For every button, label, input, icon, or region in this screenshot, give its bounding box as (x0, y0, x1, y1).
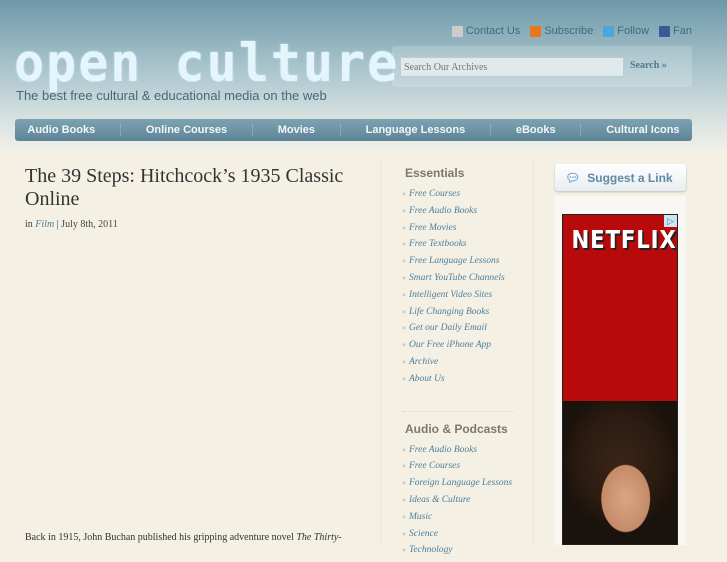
ad-container: NETFLIX ▷ (555, 196, 686, 545)
nav-separator (580, 124, 582, 136)
top-link-follow[interactable]: Follow (603, 25, 649, 37)
nav-separator (339, 124, 341, 136)
sidebar-link[interactable]: Free Movies (381, 223, 533, 240)
nav-item[interactable]: Cultural Icons (606, 124, 679, 136)
rss-icon (530, 25, 542, 37)
top-link-subscribe[interactable]: Subscribe (530, 25, 593, 37)
sidebar-link[interactable]: About Us (381, 374, 533, 391)
sidebar: EssentialsFree CoursesFree Audio BooksFr… (380, 160, 534, 555)
main-nav: Audio Books Online Courses Movies Language … (15, 119, 692, 141)
top-link-label: Fan (673, 25, 692, 37)
suggest-label: Suggest a Link (587, 170, 673, 185)
section-title: Essentials (405, 166, 465, 180)
top-link-label: Subscribe (544, 25, 594, 37)
nav-separator (251, 124, 253, 136)
top-link-fan[interactable]: Fan (659, 25, 692, 37)
sidebar-section: Audio & Podcasts Free Audio BooksFree Cou… (381, 410, 533, 562)
sidebar-link[interactable]: Music (381, 512, 533, 529)
sidebar-link[interactable]: Get our Daily Email (381, 323, 533, 340)
book-title: The Thirty- (296, 532, 342, 543)
suggest-link-button[interactable]: 💬︎ Suggest a Link (555, 164, 686, 191)
speech-bubble-icon: 💬︎ (565, 170, 581, 185)
sidebar-link[interactable]: Free Audio Books (381, 206, 533, 223)
sidebar-link[interactable]: Smart YouTube Channels (381, 273, 533, 290)
nav-item[interactable]: Language Lessons (366, 124, 466, 136)
sidebar-link[interactable]: Science (381, 529, 533, 546)
site-logo[interactable]: open culture (14, 33, 399, 94)
top-link-contact-us[interactable]: Contact Us (451, 25, 521, 37)
nav-item[interactable]: eBooks (516, 124, 556, 136)
sidebar-link[interactable]: Free Courses (381, 461, 533, 478)
nav-separator (120, 124, 122, 136)
sidebar-section: EssentialsFree CoursesFree Audio BooksFr… (381, 166, 533, 391)
ad-logo: NETFLIX (571, 225, 677, 254)
search-form: Search » (392, 46, 692, 87)
sidebar-link[interactable]: Technology (381, 545, 533, 562)
sidebar-link[interactable]: Ideas & Culture (381, 495, 533, 512)
meta-in: in (25, 219, 33, 230)
sidebar-link[interactable]: Archive (381, 357, 533, 374)
sidebar-link[interactable]: Free Textbooks (381, 239, 533, 256)
search-input[interactable] (400, 57, 624, 77)
nav-item[interactable]: Movies (278, 124, 315, 136)
facebook-icon (659, 25, 671, 37)
mail-icon (451, 25, 463, 37)
netflix-ad[interactable]: NETFLIX ▷ (562, 214, 678, 545)
top-link-label: Follow (617, 25, 650, 37)
tagline: The best free cultural & educational med… (16, 88, 327, 103)
nav-item[interactable]: Online Courses (146, 124, 227, 136)
sidebar-link[interactable]: Free Language Lessons (381, 256, 533, 273)
section-title: Audio & Podcasts (405, 421, 508, 436)
category-link[interactable]: Film (35, 219, 54, 230)
twitter-icon (603, 25, 615, 37)
search-button[interactable]: Search » (630, 60, 667, 71)
nav-item[interactable]: Audio Books (27, 124, 95, 136)
sidebar-link[interactable]: Free Courses (381, 189, 533, 206)
sidebar-link[interactable]: Foreign Language Lessons (381, 478, 533, 495)
nav-separator (490, 124, 492, 136)
body-text: Back in 1915, John Buchan published his … (25, 532, 297, 543)
ad-photo (563, 401, 677, 544)
top-links: Contact Us Subscribe Follow Fan (451, 25, 692, 37)
post-body: Back in 1915, John Buchan published his … (25, 532, 342, 543)
sidebar-link[interactable]: Free Audio Books (381, 445, 533, 462)
adchoices-icon[interactable]: ▷ (664, 215, 677, 227)
sidebar-link[interactable]: Intelligent Video Sites (381, 290, 533, 307)
sidebar-link[interactable]: Our Free iPhone App (381, 340, 533, 357)
divider (403, 410, 513, 412)
post-title[interactable]: The 39 Steps: Hitchcock’s 1935 Classic O… (25, 165, 375, 211)
post-meta: in Film | July 8th, 2011 (25, 219, 375, 230)
sidebar-link[interactable]: Life Changing Books (381, 307, 533, 324)
post-date: | July 8th, 2011 (56, 219, 118, 230)
post: The 39 Steps: Hitchcock’s 1935 Classic O… (25, 165, 375, 230)
top-link-label: Contact Us (465, 25, 521, 37)
